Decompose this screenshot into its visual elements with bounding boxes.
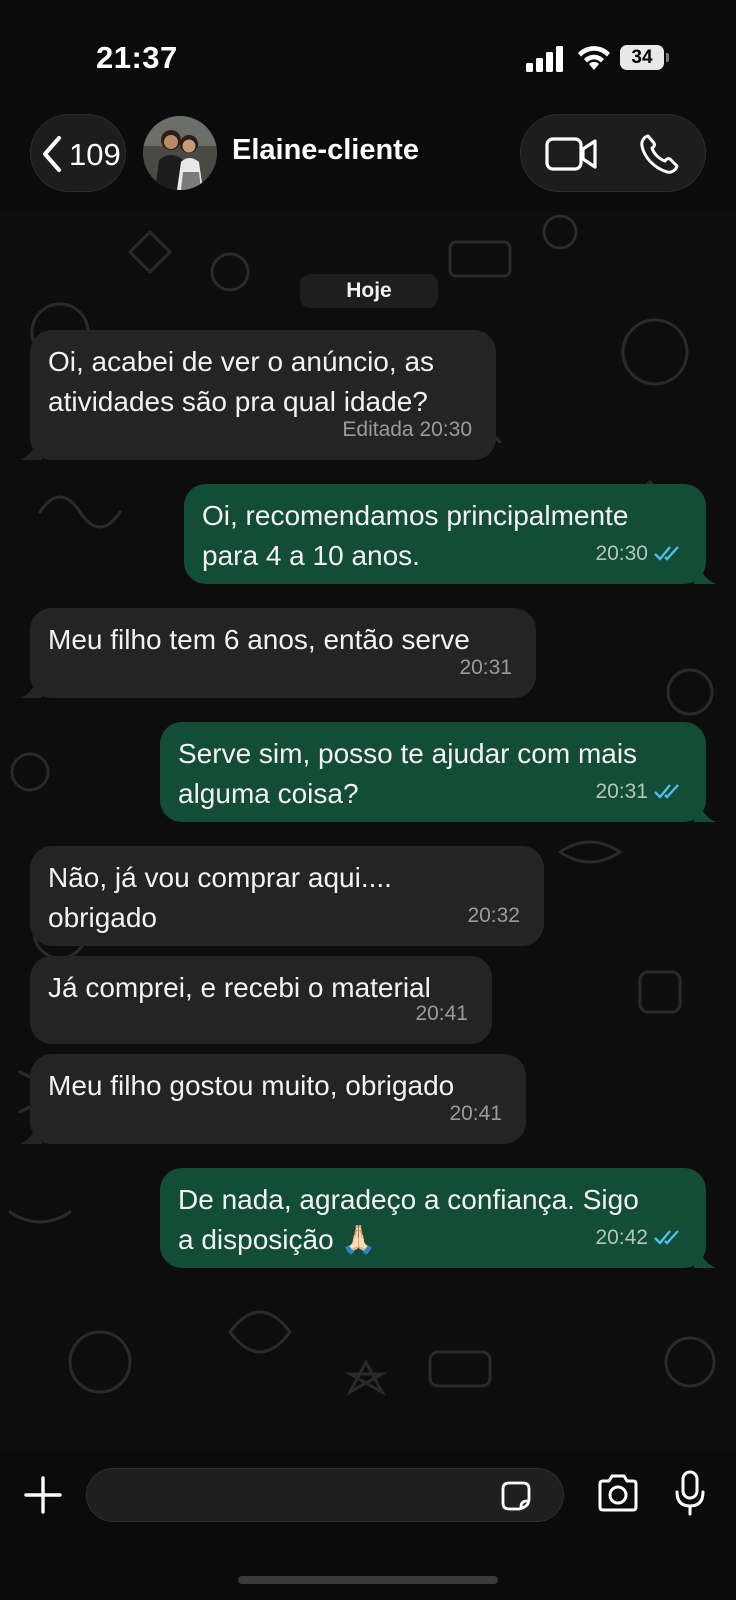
message-time: 20:42 bbox=[595, 1226, 648, 1249]
message-text: Meu filho tem 6 anos, então serve bbox=[48, 624, 470, 655]
message-meta: 20:32 bbox=[467, 904, 520, 927]
read-receipt-icon bbox=[654, 1230, 679, 1245]
chat-header: 109 Elaine-cliente bbox=[0, 110, 736, 212]
read-receipt-icon bbox=[654, 546, 679, 561]
bubble-tail bbox=[20, 678, 42, 698]
microphone-icon[interactable] bbox=[674, 1470, 706, 1516]
phone-call-icon[interactable] bbox=[639, 133, 679, 175]
back-chevron-icon bbox=[43, 136, 61, 172]
message-incoming[interactable]: Oi, acabei de ver o anúncio, as atividad… bbox=[20, 330, 496, 460]
message-time: 20:30 bbox=[595, 542, 648, 565]
wifi-icon bbox=[578, 46, 610, 70]
message-incoming[interactable]: Já comprei, e recebi o material 20:41 bbox=[30, 956, 492, 1044]
cellular-signal-icon bbox=[526, 46, 563, 72]
battery-tip bbox=[666, 53, 669, 62]
chat-area[interactable]: Hoje Oi, acabei de ver o anúncio, as ati… bbox=[0, 212, 736, 1450]
home-indicator[interactable] bbox=[238, 1576, 498, 1584]
message-time: 20:31 bbox=[595, 780, 648, 803]
message-text: Meu filho gostou muito, obrigado bbox=[48, 1070, 455, 1101]
contact-name[interactable]: Elaine-cliente bbox=[232, 134, 419, 167]
unread-count: 109 bbox=[69, 137, 121, 172]
read-receipt-icon bbox=[654, 784, 679, 799]
input-bar bbox=[0, 1450, 736, 1600]
bubble-tail bbox=[694, 564, 716, 584]
bubble-tail bbox=[20, 1124, 42, 1144]
call-actions bbox=[520, 114, 706, 192]
message-incoming[interactable]: Meu filho tem 6 anos, então serve 20:31 bbox=[20, 608, 536, 698]
message-outgoing[interactable]: Serve sim, posso te ajudar com mais algu… bbox=[160, 722, 716, 822]
contact-avatar[interactable] bbox=[143, 116, 217, 190]
video-call-icon[interactable] bbox=[545, 135, 597, 173]
message-meta: 20:41 bbox=[449, 1102, 502, 1125]
message-incoming[interactable]: Não, já vou comprar aqui.... obrigado 20… bbox=[30, 846, 544, 946]
status-time: 21:37 bbox=[96, 40, 178, 75]
message-meta: 20:41 bbox=[415, 1002, 468, 1025]
message-input[interactable] bbox=[86, 1468, 564, 1522]
avatar-photo bbox=[143, 116, 217, 190]
message-text: Não, já vou comprar aqui.... obrigado bbox=[48, 862, 392, 933]
back-button[interactable]: 109 bbox=[30, 114, 126, 192]
message-outgoing[interactable]: Oi, recomendamos principalmente para 4 a… bbox=[184, 484, 716, 584]
status-bar: 21:37 34 bbox=[0, 0, 736, 110]
message-text: Já comprei, e recebi o material bbox=[48, 972, 431, 1003]
message-meta: 20:30 bbox=[595, 534, 684, 574]
message-incoming[interactable]: Meu filho gostou muito, obrigado 20:41 bbox=[20, 1054, 526, 1144]
message-meta: 20:31 bbox=[459, 656, 512, 679]
message-outgoing[interactable]: De nada, agradeço a confiança. Sigo a di… bbox=[160, 1168, 716, 1268]
sticker-icon[interactable] bbox=[499, 1479, 533, 1513]
camera-icon[interactable] bbox=[596, 1474, 640, 1512]
bubble-tail bbox=[20, 440, 42, 460]
message-meta: Editada 20:30 bbox=[342, 418, 472, 441]
message-meta: 20:42 bbox=[595, 1218, 684, 1258]
bubble-tail bbox=[694, 802, 716, 822]
bubble-tail bbox=[694, 1248, 716, 1268]
plus-icon[interactable] bbox=[24, 1476, 62, 1514]
battery-indicator: 34 bbox=[620, 45, 670, 72]
date-separator: Hoje bbox=[300, 274, 438, 308]
battery-level: 34 bbox=[620, 45, 664, 70]
message-meta: 20:31 bbox=[595, 772, 684, 812]
